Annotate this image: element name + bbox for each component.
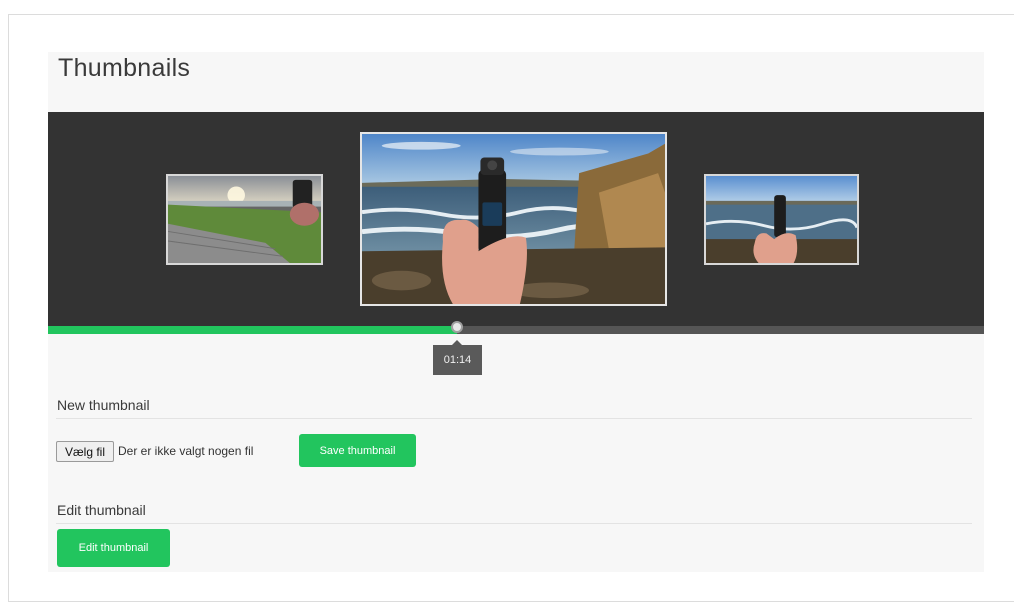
new-thumbnail-heading: New thumbnail bbox=[57, 397, 150, 413]
file-status-text: Der er ikke valgt nogen fil bbox=[118, 444, 254, 458]
thumbnail-next[interactable] bbox=[704, 174, 859, 265]
page-title: Thumbnails bbox=[58, 54, 191, 82]
choose-file-button[interactable]: Vælg fil bbox=[56, 441, 114, 462]
edit-thumbnail-heading: Edit thumbnail bbox=[57, 502, 146, 518]
thumbnail-previous-image bbox=[168, 176, 321, 263]
edit-thumbnail-button[interactable]: Edit thumbnail bbox=[57, 529, 170, 567]
thumbnail-carousel bbox=[48, 112, 984, 334]
timeline-scrubber[interactable] bbox=[48, 321, 984, 334]
timeline-progress-fill bbox=[48, 326, 458, 334]
timeline-handle[interactable] bbox=[451, 321, 464, 333]
save-thumbnail-button[interactable]: Save thumbnail bbox=[299, 434, 416, 467]
edit-thumbnail-divider bbox=[56, 523, 972, 524]
new-thumbnail-divider bbox=[56, 418, 972, 419]
timeline-time-tooltip: 01:14 bbox=[433, 340, 482, 375]
thumbnails-panel: Thumbnails 01:14 New thumbnail Vælg fil … bbox=[48, 52, 984, 572]
thumbnail-next-image bbox=[706, 176, 857, 263]
thumbnail-current[interactable] bbox=[360, 132, 667, 306]
thumbnail-previous[interactable] bbox=[166, 174, 323, 265]
thumbnail-current-image bbox=[362, 134, 665, 304]
